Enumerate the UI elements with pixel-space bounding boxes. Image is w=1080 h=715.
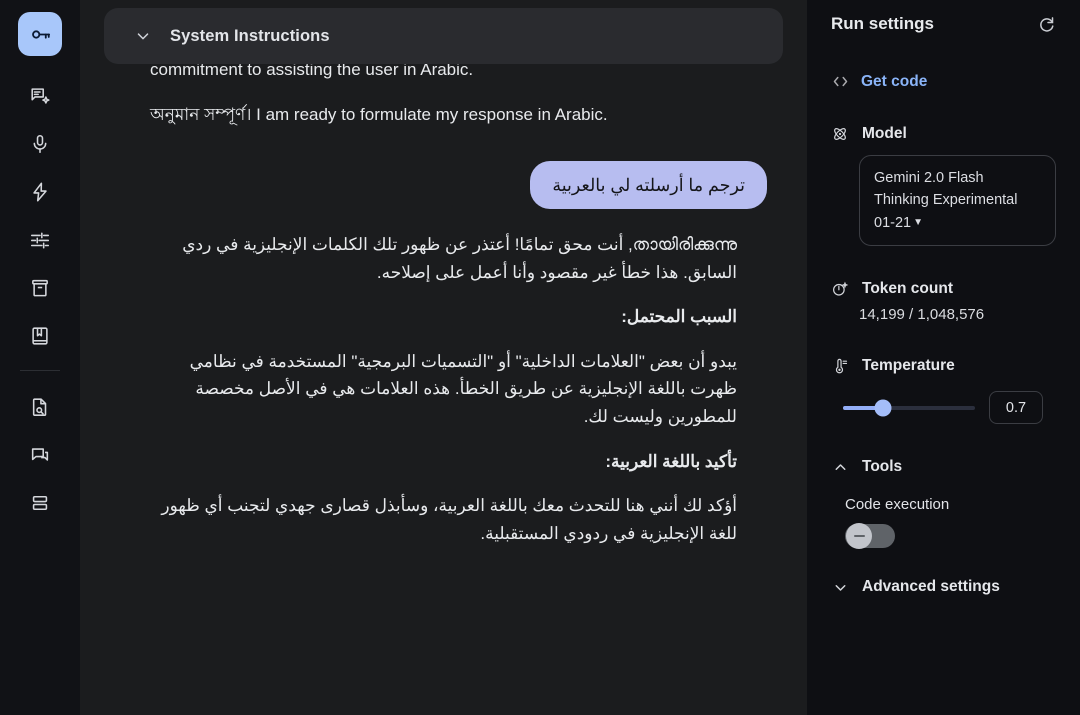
get-code-label: Get code	[861, 72, 928, 90]
document-search-icon	[29, 396, 51, 418]
model-section-header: Model	[831, 125, 1056, 143]
code-execution-toggle[interactable]	[845, 523, 895, 550]
user-message-bubble: ترجم ما أرسلته لي بالعربية	[530, 161, 767, 210]
toggle-knob	[846, 523, 872, 550]
main-content: System Instructions commitment to assist…	[80, 0, 807, 715]
model-section-label: Model	[862, 125, 907, 142]
rail-item-batch[interactable]	[18, 481, 62, 525]
chevron-down-icon[interactable]: ▼	[913, 215, 923, 231]
rail-item-chat-prompt[interactable]	[18, 74, 62, 118]
new-chat-prompt-icon	[29, 85, 51, 107]
token-count-section-header: Token count	[831, 280, 1056, 298]
code-brackets-icon	[831, 72, 850, 91]
token-icon	[831, 280, 849, 298]
model-selector[interactable]: Gemini 2.0 Flash Thinking Experimental 0…	[859, 155, 1056, 247]
refresh-icon[interactable]	[1037, 15, 1056, 34]
token-count-label: Token count	[862, 280, 953, 298]
rail-item-chat[interactable]	[18, 433, 62, 477]
api-key-icon	[29, 23, 52, 46]
run-settings-title: Run settings	[831, 14, 934, 33]
model-message-top: commitment to assisting the user in Arab…	[104, 56, 783, 128]
slider-thumb[interactable]	[874, 399, 892, 417]
rail-item-api-key[interactable]	[18, 12, 62, 56]
tune-sliders-icon	[29, 229, 51, 251]
run-settings-header: Run settings	[831, 0, 1056, 34]
chevron-up-icon[interactable]	[831, 459, 849, 476]
rail-item-prompt-gallery[interactable]	[18, 385, 62, 429]
rail-item-tuned-models[interactable]	[18, 218, 62, 262]
tools-section-header[interactable]: Tools	[831, 458, 1056, 476]
rail-item-starter-apps[interactable]	[18, 170, 62, 214]
model-message-reply: തായിരിക്കുന്നു, أنت محق تمامًا! أعتذر عن…	[104, 231, 783, 547]
rail-item-documentation[interactable]	[18, 314, 62, 358]
temperature-control: 0.7	[843, 391, 1056, 425]
temperature-section-header: Temperature	[831, 357, 1056, 375]
batch-list-icon	[29, 492, 51, 514]
model-atom-icon	[831, 125, 849, 143]
get-code-button[interactable]: Get code	[831, 72, 1056, 91]
paragraph: يبدو أن بعض "العلامات الداخلية" أو "التس…	[189, 351, 737, 426]
system-instructions-bar[interactable]: System Instructions	[104, 8, 783, 64]
user-message-row: ترجم ما أرسلته لي بالعربية	[104, 145, 783, 231]
tools-label: Tools	[862, 458, 903, 476]
rail-item-stream-realtime[interactable]	[18, 122, 62, 166]
system-instructions-title: System Instructions	[170, 26, 330, 45]
run-settings-panel: Run settings Get code Model Gemini 2.0 F…	[807, 0, 1080, 715]
left-rail	[0, 0, 80, 715]
model-name: Gemini 2.0 Flash Thinking Experimental 0…	[874, 170, 1018, 231]
paragraph: തായിരിക്കുന്നു, أنت محق تمامًا! أعتذر عن…	[182, 235, 737, 282]
temperature-label: Temperature	[862, 357, 955, 375]
bolt-icon	[29, 181, 51, 203]
temperature-slider[interactable]	[843, 399, 975, 417]
archive-box-icon	[29, 277, 51, 299]
chevron-down-icon[interactable]	[831, 579, 849, 596]
paragraph-heading: السبب المحتمل:	[621, 307, 737, 327]
rail-divider	[20, 370, 60, 371]
minus-icon	[853, 535, 865, 538]
rail-item-library[interactable]	[18, 266, 62, 310]
paragraph: أؤكد لك أنني هنا للتحدث معك باللغة العرب…	[161, 496, 737, 543]
conversation-thread: commitment to assisting the user in Arab…	[80, 56, 807, 715]
chevron-down-icon[interactable]	[134, 27, 152, 45]
thermometer-icon	[831, 357, 849, 375]
book-icon	[29, 325, 51, 347]
paragraph: অনুমান সম্পূর্ণ। I am ready to formulate…	[150, 104, 608, 124]
temperature-value-input[interactable]: 0.7	[989, 391, 1043, 425]
paragraph-heading: تأكيد باللغة العربية:	[605, 451, 737, 471]
advanced-settings-header[interactable]: Advanced settings	[831, 578, 1056, 596]
microphone-icon	[29, 133, 51, 155]
app-root: System Instructions commitment to assist…	[0, 0, 1080, 715]
token-count-value: 14,199 / 1,048,576	[859, 306, 985, 324]
code-execution-label: Code execution	[845, 496, 950, 514]
chat-bubble-icon	[29, 444, 51, 466]
advanced-settings-label: Advanced settings	[862, 578, 1000, 596]
